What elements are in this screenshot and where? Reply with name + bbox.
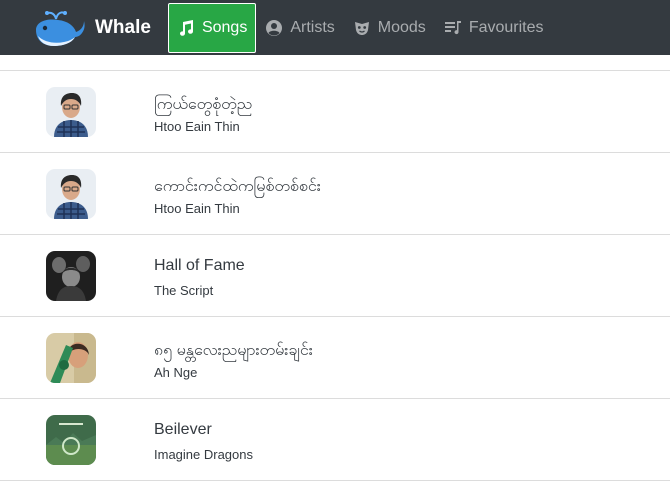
imagine-dragons-cover: [46, 415, 96, 465]
mask-icon: [353, 19, 371, 37]
nav-songs[interactable]: Songs: [167, 2, 257, 53]
song-list: ကြယ်တွေစုံတဲ့ည Htoo Eain Thin ကောင်းကင်ထ…: [0, 55, 670, 481]
song-title[interactable]: Beilever: [154, 421, 212, 439]
playlist-icon: [444, 19, 462, 37]
song-row[interactable]: ကြယ်တွေစုံတဲ့ည Htoo Eain Thin: [0, 71, 670, 153]
song-row[interactable]: ၈၅ မန္တလေးညများတမ်းချင်း Ah Nge: [0, 317, 670, 399]
ah-nge-photo: [46, 333, 96, 383]
nav-moods[interactable]: Moods: [344, 4, 435, 52]
song-row[interactable]: Beilever Imagine Dragons: [0, 399, 670, 481]
htoo-eain-thin-photo: [46, 169, 96, 219]
brand[interactable]: Whale: [30, 0, 151, 55]
htoo-eain-thin-photo: [46, 87, 96, 137]
song-row[interactable]: ကောင်းကင်ထဲကမြစ်တစ်စင်း Htoo Eain Thin: [0, 153, 670, 235]
user-circle-icon: [265, 19, 283, 37]
song-row[interactable]: Hall of Fame The Script: [0, 235, 670, 317]
nav-artists[interactable]: Artists: [256, 4, 343, 52]
nav-artists-label: Artists: [290, 18, 335, 36]
brand-name: Whale: [95, 16, 151, 38]
list-top-divider: [0, 55, 670, 71]
nav-favourites[interactable]: Favourites: [435, 4, 553, 52]
song-artist: Ah Nge: [154, 365, 198, 380]
song-artist: Imagine Dragons: [154, 447, 253, 462]
nav-favourites-label: Favourites: [468, 18, 544, 36]
song-title[interactable]: ၈၅ မန္တလေးညများတမ်းချင်း: [154, 339, 313, 363]
song-title[interactable]: Hall of Fame: [154, 257, 245, 275]
nav-moods-label: Moods: [377, 18, 426, 36]
nav-songs-label: Songs: [201, 18, 248, 36]
song-artist: Htoo Eain Thin: [154, 201, 240, 216]
song-title[interactable]: ကြယ်တွေစုံတဲ့ည: [154, 93, 252, 117]
whale-logo-icon: [30, 8, 86, 48]
main-nav: Songs Artists Moods Favourites: [167, 0, 553, 55]
music-note-icon: [177, 19, 195, 37]
hall-of-fame-cover: [46, 251, 96, 301]
top-navbar: Whale Songs Artists Moods Favourites: [0, 0, 670, 55]
song-title[interactable]: ကောင်းကင်ထဲကမြစ်တစ်စင်း: [154, 175, 321, 199]
song-artist: The Script: [154, 283, 214, 298]
song-artist: Htoo Eain Thin: [154, 119, 240, 134]
